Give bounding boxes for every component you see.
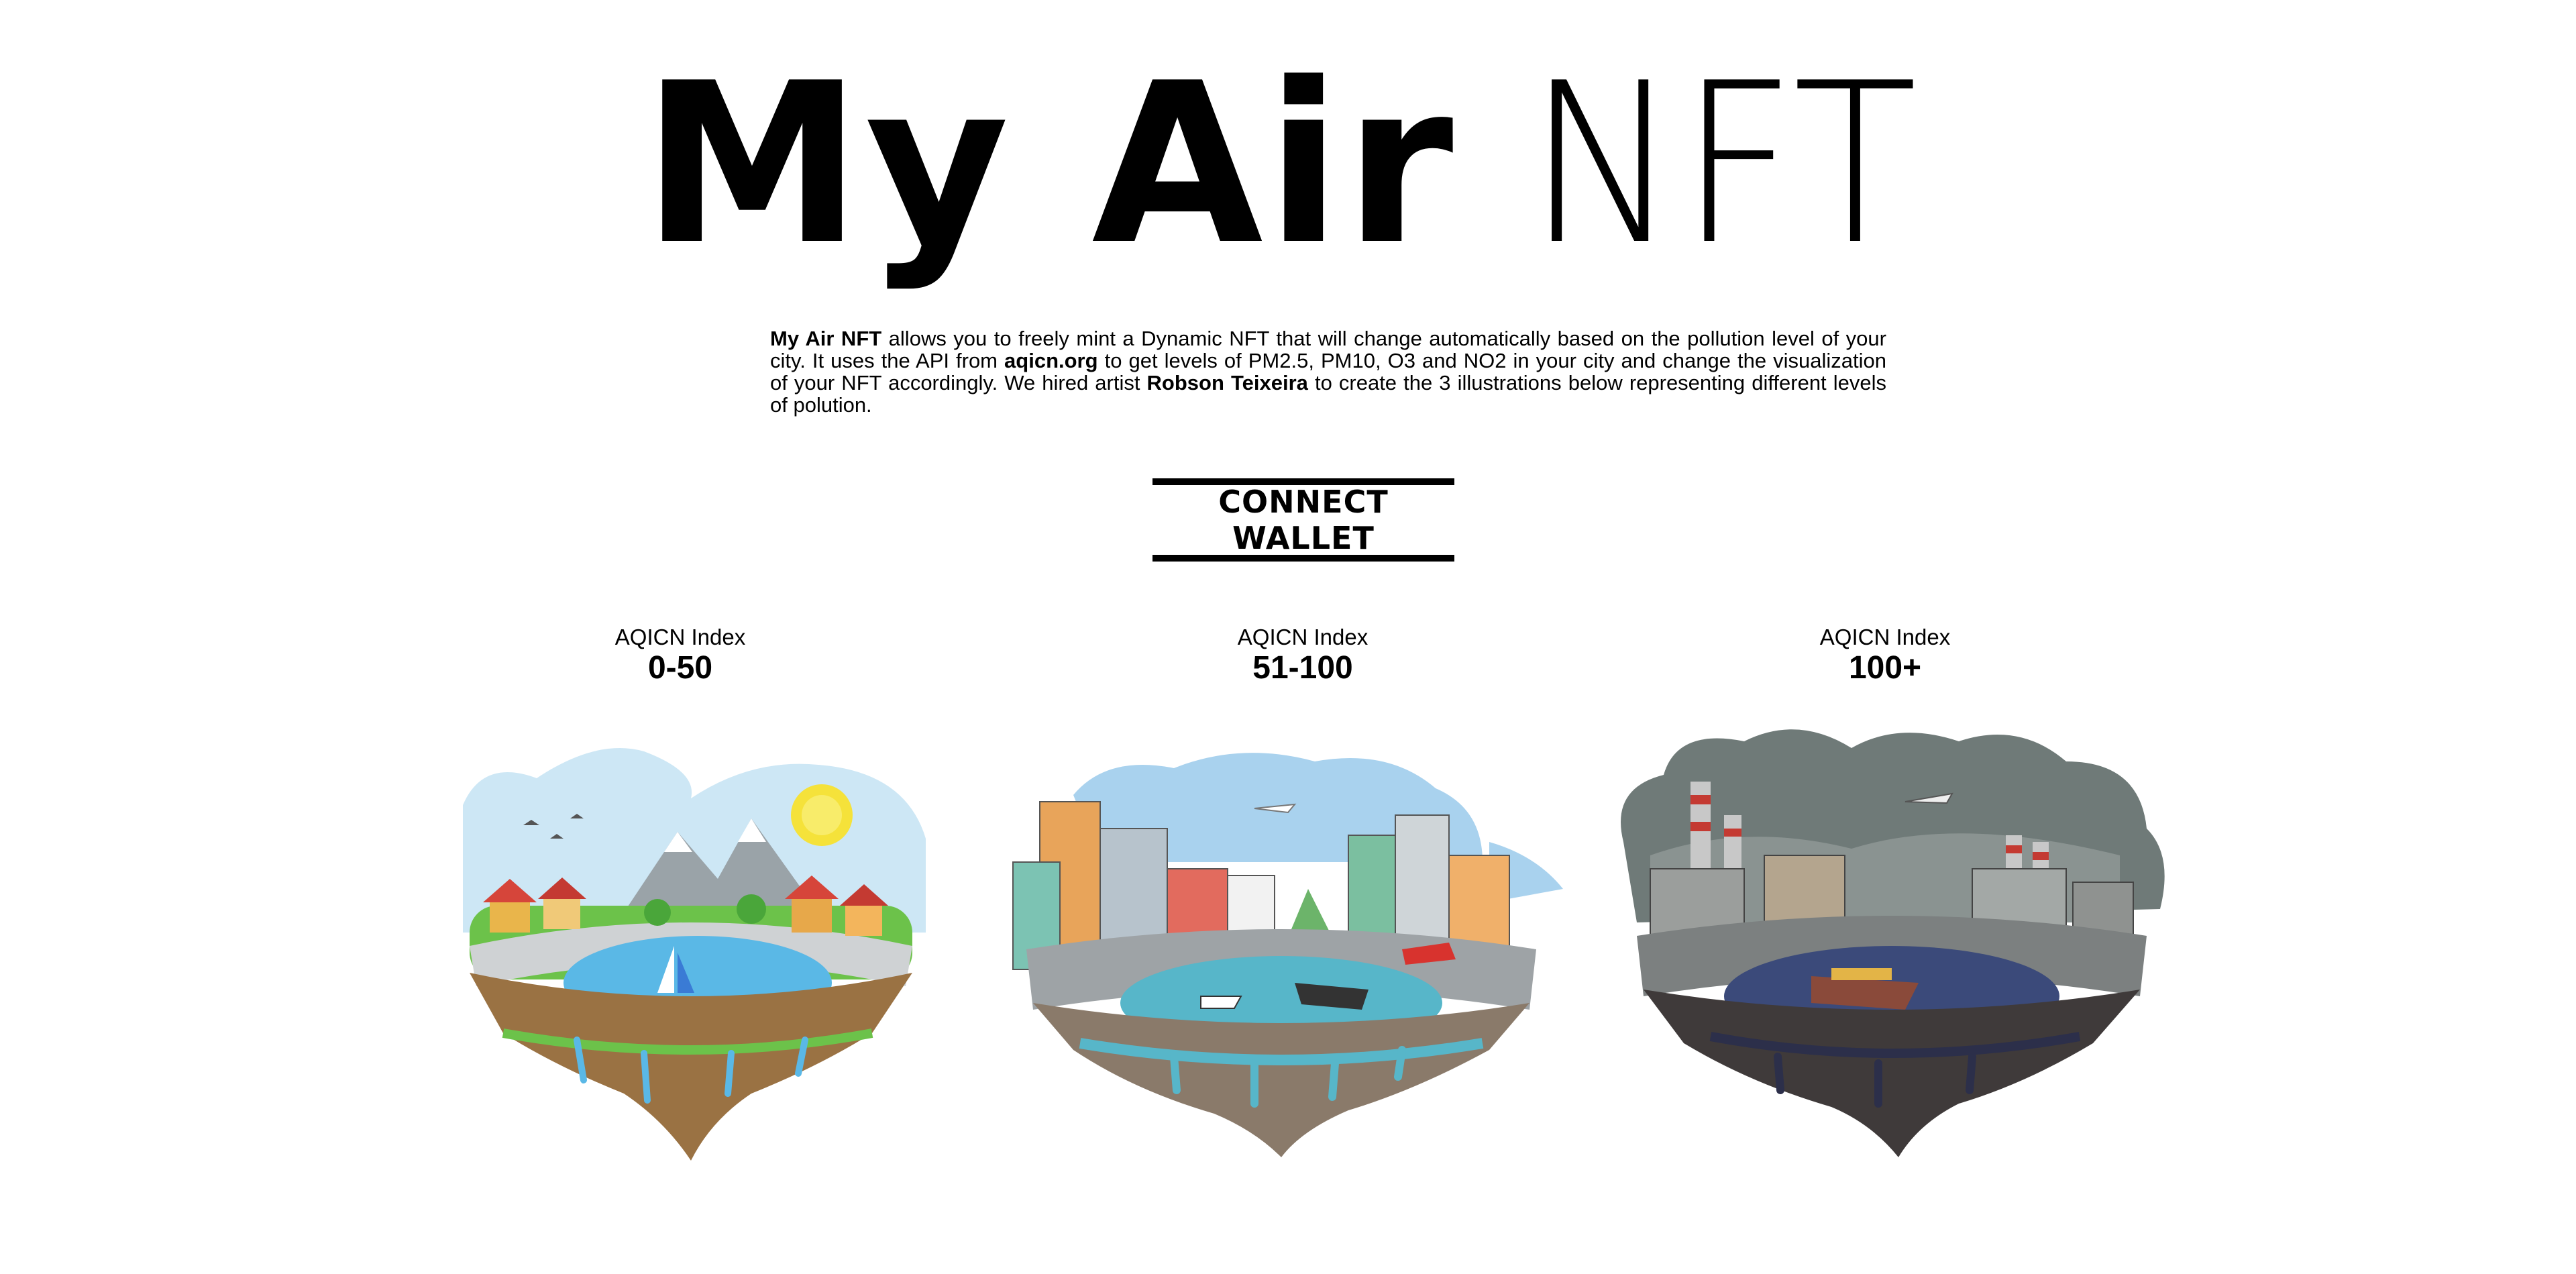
tier-clean: AQICN Index 0-50 [479,624,881,686]
page-title: My Air NFT [0,54,2576,275]
tier-range: 0-50 [647,650,713,686]
intro-brand: My Air NFT [770,327,882,350]
tier-label: AQICN Index [1237,625,1368,649]
connect-wallet-button[interactable]: CONNECT WALLET [1152,478,1454,562]
moderate-city-island-illustration [1012,753,1563,1157]
tier-label: AQICN Index [1819,625,1951,649]
page: My Air NFT My Air NFT allows you to free… [0,0,2576,1274]
intro-api-site: aqicn.org [1004,349,1098,372]
title-thin: NFT [1526,36,1917,293]
intro-artist: Robson Teixeira [1146,371,1308,394]
tier-range: 51-100 [1252,650,1353,686]
clean-island-illustration [463,748,926,1161]
title-bold: My Air [641,36,1456,293]
tier-moderate: AQICN Index 51-100 [1102,624,1504,686]
tier-label: AQICN Index [614,625,746,649]
polluted-industrial-island-illustration [1621,729,2165,1157]
tier-range: 100+ [1848,650,1922,686]
tier-polluted: AQICN Index 100+ [1684,624,2086,686]
intro-paragraph: My Air NFT allows you to freely mint a D… [770,327,1886,416]
